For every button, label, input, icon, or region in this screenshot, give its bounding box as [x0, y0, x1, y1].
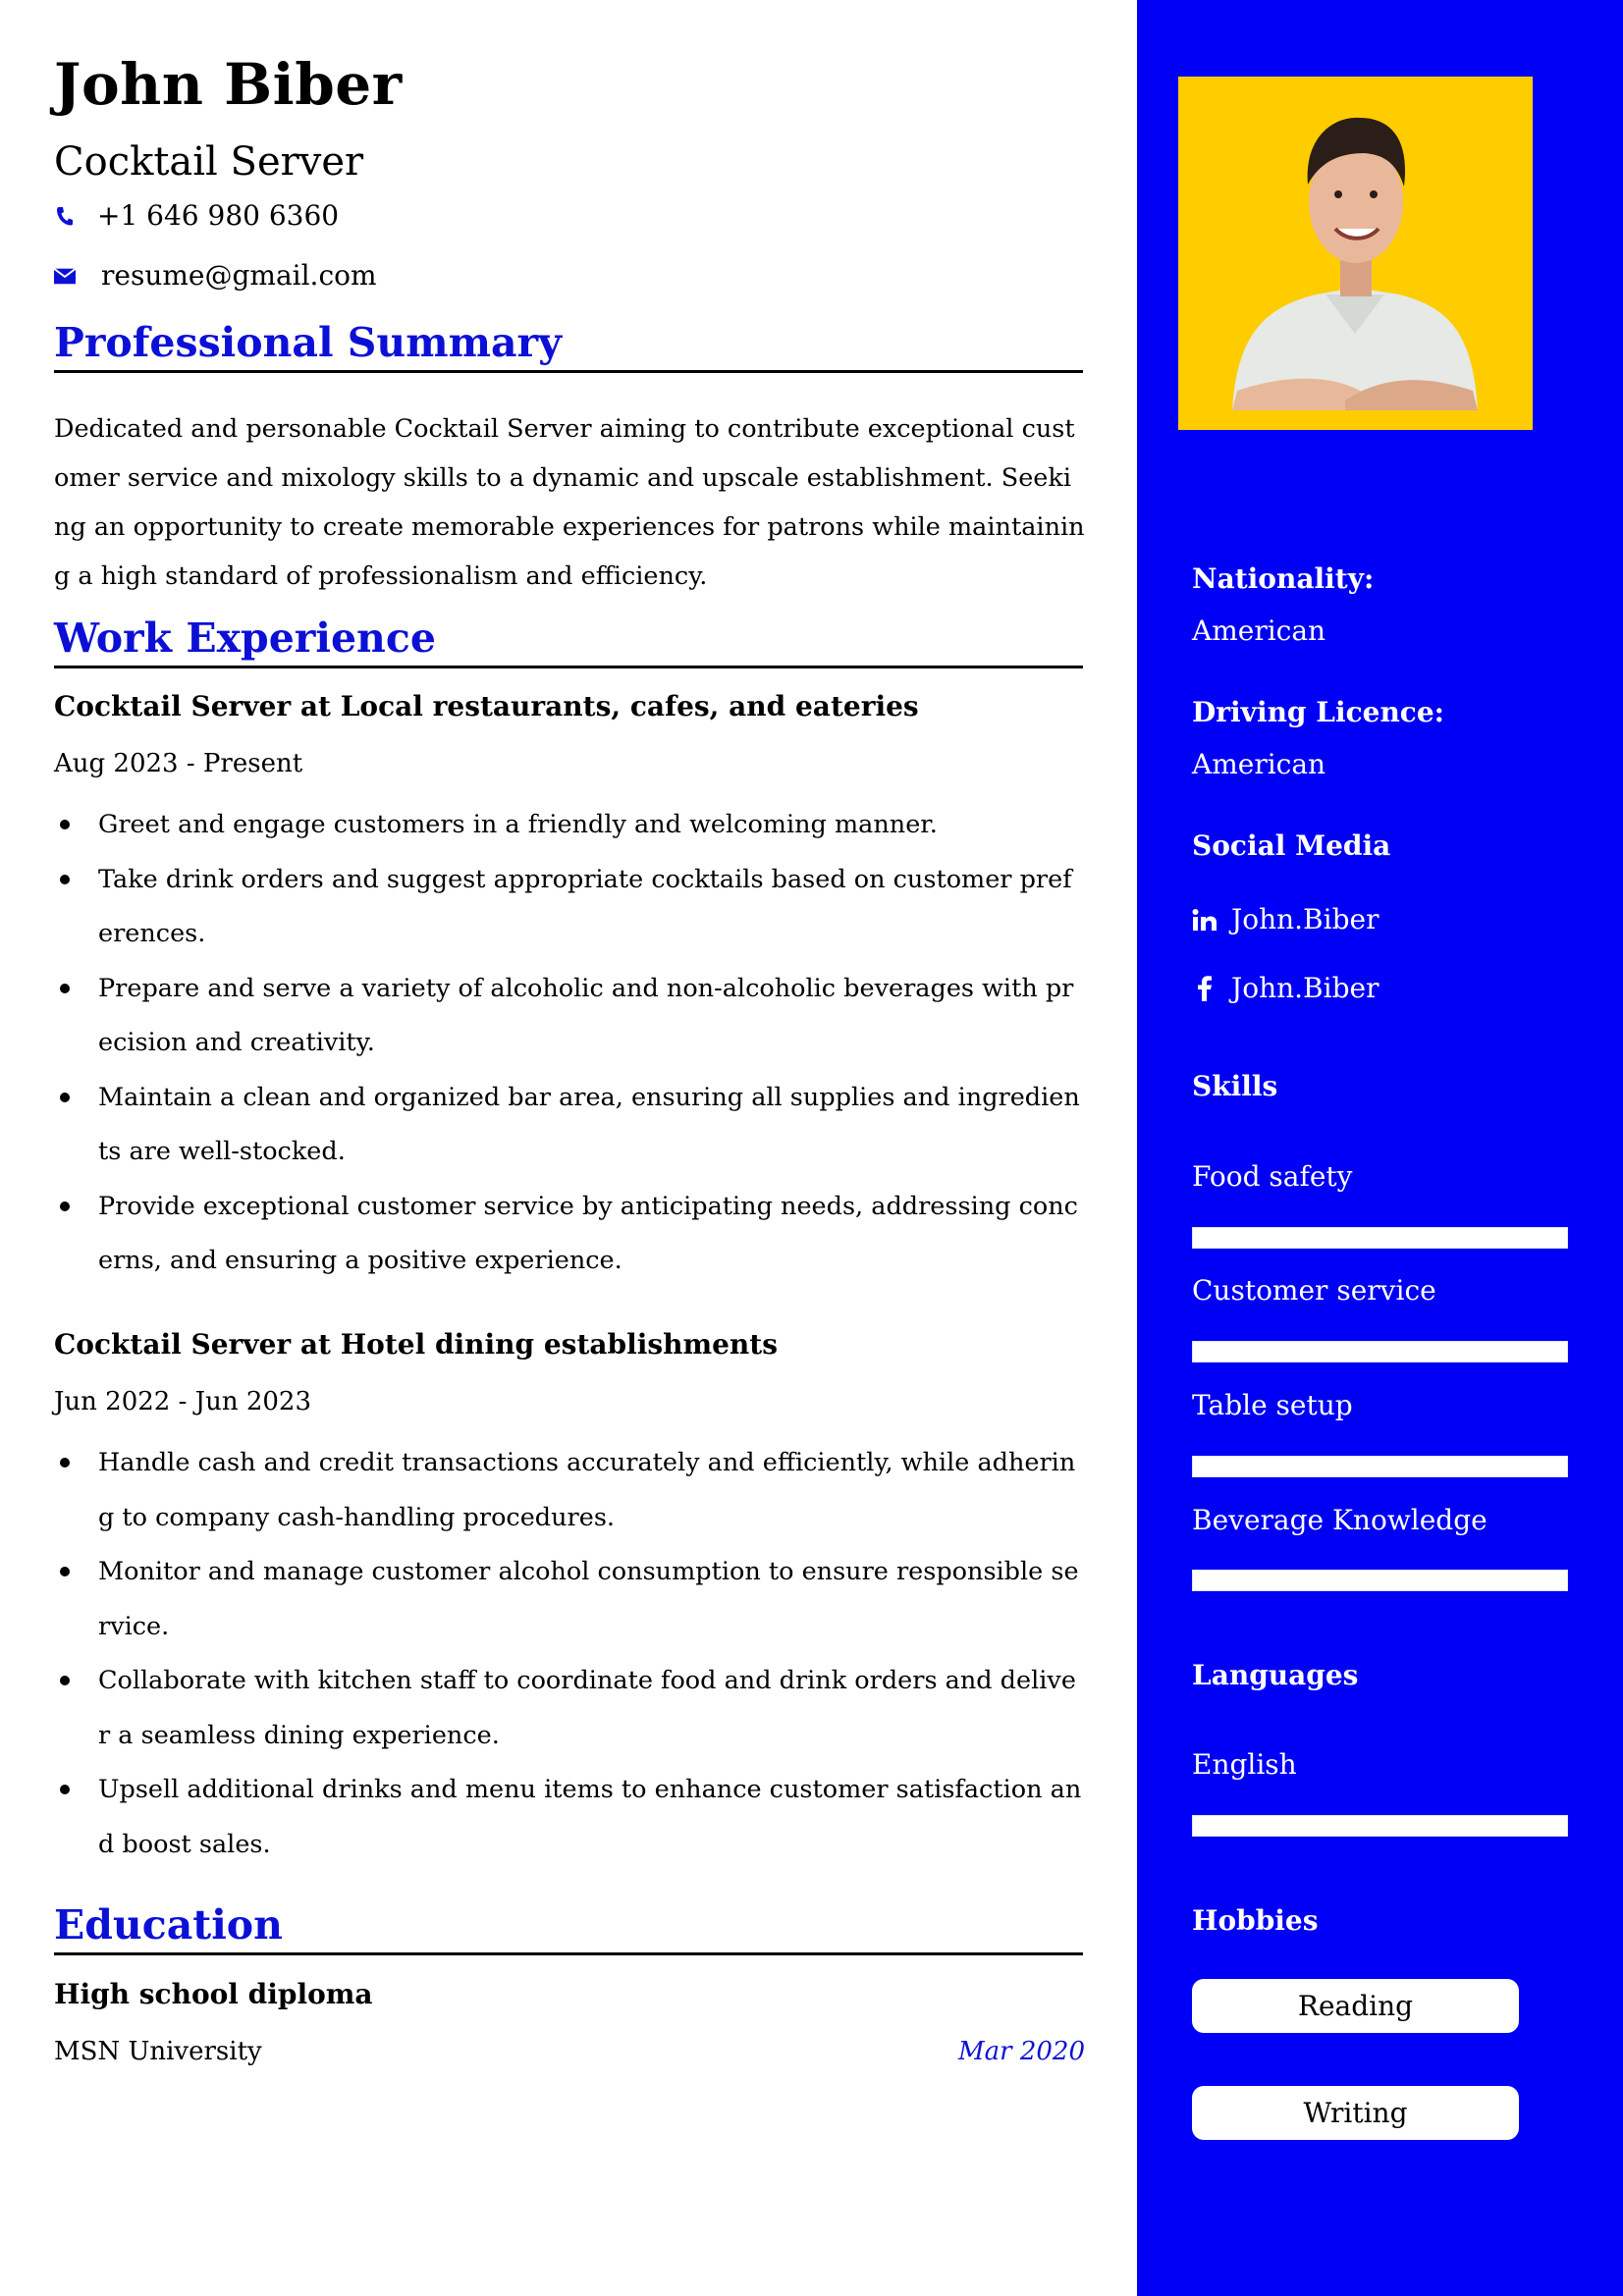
skill-name: Customer service: [1192, 1274, 1436, 1307]
skill-name: Beverage Knowledge: [1192, 1504, 1488, 1536]
social-media-title: Social Media: [1192, 829, 1391, 862]
education-date: Mar 2020: [958, 2037, 1085, 2066]
experience-dates: Aug 2023 - Present: [54, 749, 303, 778]
bullet-item: Monitor and manage customer alcohol cons…: [54, 1545, 1085, 1654]
contact-email: resume@gmail.com: [54, 259, 377, 292]
language-bar: [1192, 1815, 1568, 1837]
experience-heading: Cocktail Server at Hotel dining establis…: [54, 1328, 778, 1361]
experience-bullets: Greet and engage customers in a friendly…: [54, 798, 1085, 1289]
summary-text: Dedicated and personable Cocktail Server…: [54, 414, 1085, 591]
social-item-linkedin[interactable]: John.Biber: [1192, 903, 1379, 935]
envelope-icon: [54, 265, 76, 287]
education-degree: High school diploma: [54, 1978, 373, 2010]
languages-title: Languages: [1192, 1659, 1359, 1691]
bullet-item: Take drink orders and suggest appropriat…: [54, 853, 1085, 962]
skill-bar-fill: [1193, 1571, 1567, 1590]
section-heading-education: Education: [54, 1901, 1083, 1955]
hobbies-title: Hobbies: [1192, 1904, 1319, 1937]
phone-number[interactable]: +1 646 980 6360: [97, 199, 339, 232]
skills-title: Skills: [1192, 1070, 1278, 1102]
nationality-label: Nationality:: [1192, 562, 1375, 595]
skill-name: Food safety: [1192, 1160, 1353, 1193]
skill-bar-fill: [1193, 1342, 1567, 1362]
candidate-title: Cocktail Server: [54, 139, 364, 185]
facebook-icon: [1192, 975, 1217, 1001]
linkedin-icon: [1192, 907, 1217, 933]
education-item: High school diploma MSN University Mar 2…: [54, 1975, 1085, 2071]
section-heading-experience: Work Experience: [54, 614, 1083, 668]
person-portrait-icon: [1178, 77, 1533, 430]
experience-heading: Cocktail Server at Local restaurants, ca…: [54, 690, 919, 722]
experience-item: Cocktail Server at Hotel dining establis…: [54, 1325, 1085, 1872]
section-heading-summary: Professional Summary: [54, 319, 1083, 373]
language-name: English: [1192, 1748, 1297, 1781]
bullet-item: Prepare and serve a variety of alcoholic…: [54, 962, 1085, 1071]
skill-bar: [1192, 1227, 1568, 1249]
bullet-item: Collaborate with kitchen staff to coordi…: [54, 1654, 1085, 1763]
main-column: John Biber Cocktail Server +1 646 980 63…: [0, 0, 1137, 2296]
skill-name: Table setup: [1192, 1389, 1353, 1421]
experience-bullets: Handle cash and credit transactions accu…: [54, 1436, 1085, 1872]
education-row: MSN University Mar 2020: [54, 2032, 1085, 2071]
hobby-badge: Writing: [1192, 2086, 1519, 2140]
licence-label: Driving Licence:: [1192, 696, 1445, 728]
education-school: MSN University: [54, 2037, 262, 2066]
nationality-value: American: [1192, 614, 1326, 647]
skill-bar: [1192, 1456, 1568, 1477]
skill-bar: [1192, 1570, 1568, 1591]
phone-icon: [54, 205, 76, 227]
experience-item: Cocktail Server at Local restaurants, ca…: [54, 687, 1085, 1289]
bullet-item: Maintain a clean and organized bar area,…: [54, 1071, 1085, 1180]
facebook-handle[interactable]: John.Biber: [1231, 972, 1379, 1004]
bullet-item: Handle cash and credit transactions accu…: [54, 1436, 1085, 1545]
bullet-item: Upsell additional drinks and menu items …: [54, 1763, 1085, 1872]
hobby-badge: Reading: [1192, 1979, 1519, 2033]
licence-value: American: [1192, 748, 1326, 780]
skill-bar-fill: [1193, 1457, 1567, 1476]
profile-photo: [1178, 77, 1533, 430]
email-address[interactable]: resume@gmail.com: [101, 259, 377, 292]
skill-bar-fill: [1193, 1228, 1567, 1248]
linkedin-handle[interactable]: John.Biber: [1231, 903, 1379, 935]
social-item-facebook[interactable]: John.Biber: [1192, 972, 1379, 1004]
bullet-item: Provide exceptional customer service by …: [54, 1180, 1085, 1289]
sidebar: Nationality: American Driving Licence: A…: [1137, 0, 1623, 2296]
language-bar-fill: [1193, 1816, 1567, 1836]
candidate-name: John Biber: [54, 51, 403, 118]
experience-dates: Jun 2022 - Jun 2023: [54, 1387, 312, 1416]
contact-phone: +1 646 980 6360: [54, 199, 339, 232]
skill-bar: [1192, 1341, 1568, 1362]
bullet-item: Greet and engage customers in a friendly…: [54, 798, 1085, 853]
